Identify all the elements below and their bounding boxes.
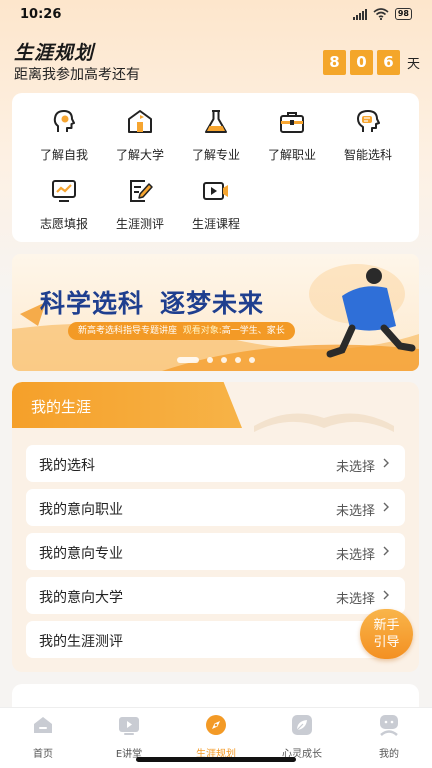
countdown-caption: 距离我参加高考还有 [14, 67, 140, 83]
banner-audience: 高一学生、家长 [221, 326, 285, 336]
carousel-indicator [12, 357, 419, 363]
row-value: 未选择 [335, 504, 375, 519]
feature-label: 智能选科 [343, 148, 392, 162]
promo-banner[interactable]: 科学选科 逐梦未来 新高考选科指导专题讲座 观看对象:高一学生、家长 [12, 254, 419, 371]
feature-application-filling[interactable]: 志愿填报 [26, 176, 102, 232]
career-row-subjects[interactable]: 我的选科 未选择 [26, 445, 405, 482]
profile-icon [380, 715, 398, 736]
battery-icon: 98 [394, 8, 412, 20]
banner-subtitle: 新高考选科指导专题讲座 观看对象:高一学生、家长 [68, 322, 295, 340]
carousel-dot[interactable] [234, 357, 241, 363]
feature-label: 了解自我 [39, 148, 88, 162]
countdown-unit: 天 [406, 57, 420, 72]
nav-e-lecture[interactable]: E讲堂 [86, 714, 172, 760]
status-time: 10:26 [20, 7, 62, 22]
nav-career-planning[interactable]: 生涯规划 [173, 714, 259, 760]
beginner-guide-button[interactable]: 新手 引导 [360, 609, 413, 659]
banner-title: 科学选科 逐梦未来 [40, 284, 264, 320]
nav-home[interactable]: 首页 [0, 714, 86, 760]
feature-smart-subject-selection[interactable]: 智能选科 [330, 107, 406, 163]
countdown-digit: 0 [349, 50, 373, 75]
status-bar: 10:26 98 [0, 0, 432, 30]
signal-icon [352, 8, 367, 20]
carousel-dot[interactable] [248, 357, 255, 363]
home-icon [34, 717, 52, 733]
career-title: 我的生涯 [31, 398, 92, 416]
exam-countdown: 8 0 6 天 [322, 50, 420, 75]
feature-label: 了解职业 [267, 148, 316, 162]
video-icon [119, 717, 139, 735]
leaf-icon [292, 715, 312, 735]
feature-label: 生涯测评 [115, 217, 164, 231]
row-label: 我的生涯测评 [39, 634, 123, 650]
ai-head-icon [357, 110, 380, 132]
career-row-intended-major[interactable]: 我的意向专业 未选择 [26, 533, 405, 570]
edit-note-icon [130, 180, 153, 202]
banner-audience-tag: 观看对象: [182, 326, 222, 336]
feature-label: 了解大学 [115, 148, 164, 162]
row-value: 未选择 [335, 460, 375, 475]
row-value: 未选择 [335, 548, 375, 563]
feature-career-assessment[interactable]: 生涯测评 [102, 176, 178, 232]
career-row-intended-career[interactable]: 我的意向职业 未选择 [26, 489, 405, 526]
career-row-assessment[interactable]: 我的生涯测评 0/ [26, 621, 405, 658]
chevron-right-icon [383, 502, 389, 512]
row-label: 我的意向大学 [39, 590, 123, 606]
carousel-dot[interactable] [176, 357, 199, 363]
feature-label: 志愿填报 [39, 217, 88, 231]
chevron-right-icon [383, 546, 389, 556]
feature-understand-career[interactable]: 了解职业 [254, 107, 330, 163]
status-icons: 98 [352, 8, 412, 20]
countdown-digit: 6 [376, 50, 400, 75]
head-icon [53, 110, 75, 132]
carousel-dot[interactable] [206, 357, 213, 363]
monitor-chart-icon [52, 180, 76, 202]
home-indicator[interactable] [136, 757, 296, 762]
wifi-icon [373, 8, 389, 20]
feature-career-course[interactable]: 生涯课程 [178, 176, 254, 232]
carousel-dot[interactable] [220, 357, 227, 363]
chevron-right-icon [383, 590, 389, 600]
feature-grid: 了解自我 了解大学 了解专业 了解职业 智能选科 志愿填报 生涯测评 生涯课程 [12, 93, 419, 242]
video-play-icon [203, 182, 228, 200]
guide-line-1: 新手 [373, 618, 400, 633]
row-value: 未选择 [335, 592, 375, 607]
feature-label: 生涯课程 [191, 217, 240, 231]
book-decoration-icon [254, 413, 394, 432]
banner-title-right: 逐梦未来 [160, 289, 265, 318]
nav-label: 首页 [33, 749, 53, 760]
career-row-intended-university[interactable]: 我的意向大学 未选择 [26, 577, 405, 614]
row-label: 我的意向专业 [39, 546, 123, 562]
flask-icon [205, 110, 227, 133]
feature-understand-university[interactable]: 了解大学 [102, 107, 178, 163]
nav-mind-growth[interactable]: 心灵成长 [259, 714, 345, 760]
banner-title-left: 科学选科 [40, 289, 145, 318]
row-label: 我的意向职业 [39, 502, 123, 518]
university-icon [128, 110, 152, 133]
my-career-card: 我的生涯 我的选科 未选择 我的意向职业 未选择 我的意向专业 未选择 我的意向… [12, 382, 419, 672]
countdown-digit: 8 [322, 50, 346, 75]
feature-understand-major[interactable]: 了解专业 [178, 107, 254, 163]
feature-understand-self[interactable]: 了解自我 [26, 107, 102, 163]
nav-label: 我的 [379, 749, 399, 760]
banner-subtitle-text: 新高考选科指导专题讲座 [78, 326, 178, 336]
chevron-right-icon [383, 458, 389, 468]
briefcase-icon [280, 112, 304, 133]
nav-profile[interactable]: 我的 [346, 714, 432, 760]
row-label: 我的选科 [39, 458, 95, 474]
guide-line-2: 引导 [373, 635, 400, 650]
compass-icon [206, 715, 226, 735]
feature-label: 了解专业 [191, 148, 240, 162]
page-title: 生涯规划 [14, 42, 95, 64]
